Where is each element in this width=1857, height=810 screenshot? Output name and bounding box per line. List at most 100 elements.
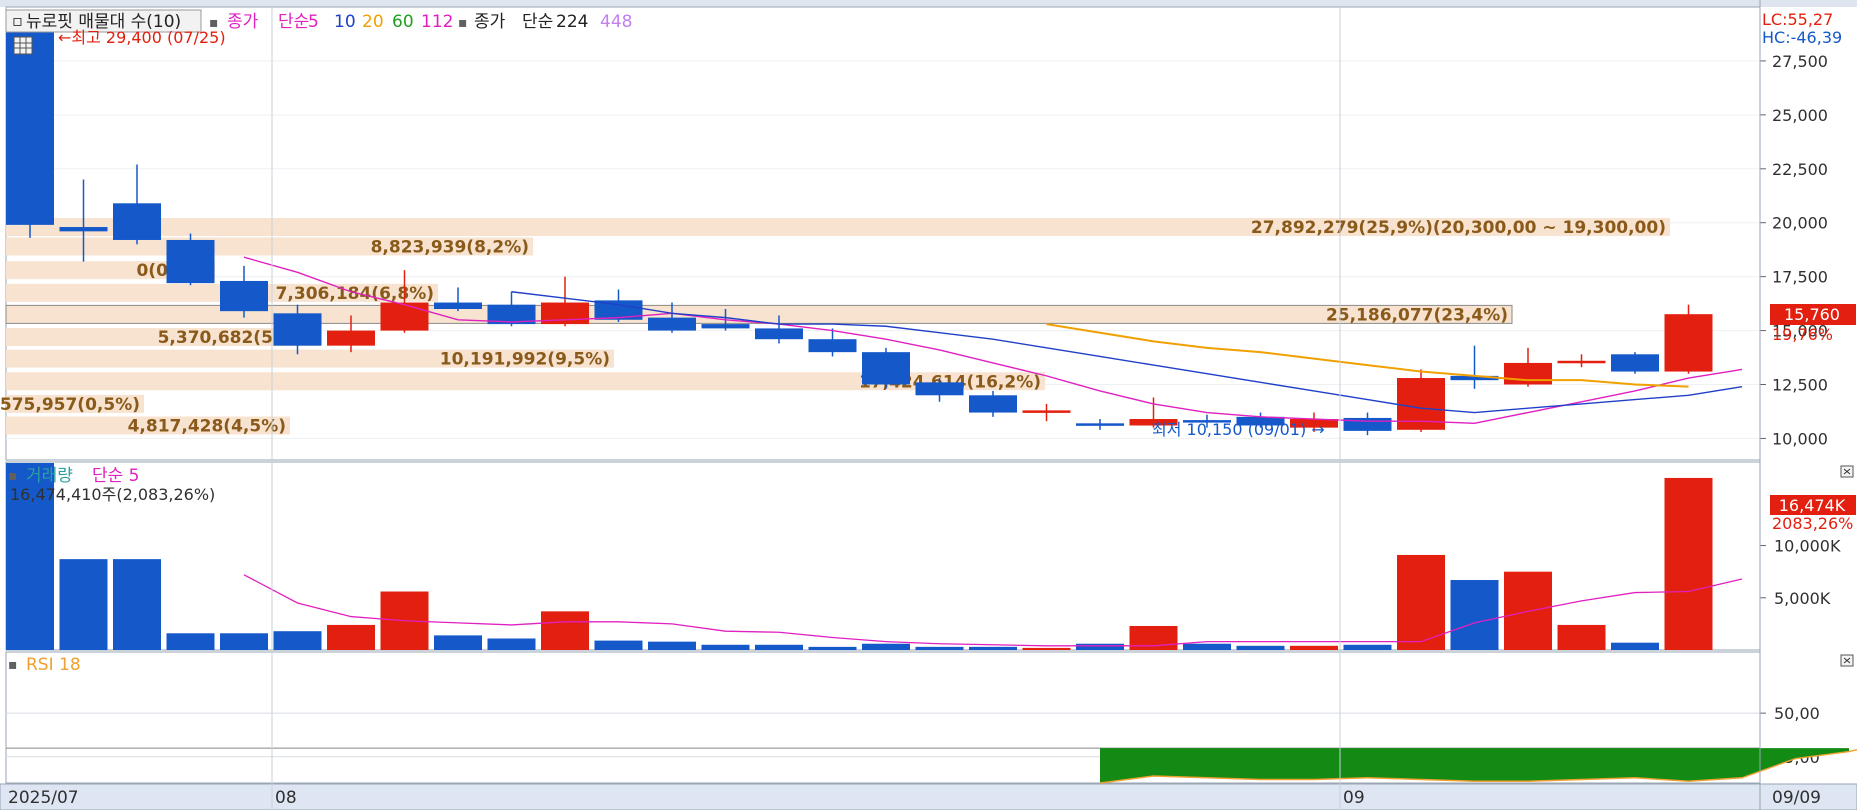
volume-bar[interactable] [969, 646, 1017, 650]
volume-profile-label: 7,306,184(6,8%) [276, 284, 434, 304]
candle-body[interactable] [1504, 362, 1552, 385]
current-volume-value: 16,474K [1779, 496, 1846, 515]
lc-indicator: LC:55,27 [1762, 10, 1833, 29]
volume-bar[interactable] [541, 611, 589, 650]
volume-profile-label: 575,957(0,5%) [0, 395, 140, 415]
volume-bar[interactable] [1343, 644, 1392, 650]
current-price-value: 15,760 [1784, 305, 1840, 324]
candle-body[interactable] [701, 324, 750, 329]
volume-bar[interactable] [1022, 647, 1071, 650]
current-volume-pct: 2083,26% [1772, 514, 1853, 533]
volume-bar[interactable] [701, 644, 750, 650]
volume-bar[interactable] [273, 631, 322, 650]
volume-bar[interactable] [915, 646, 964, 650]
volume-bar[interactable] [808, 646, 857, 650]
volume-bar[interactable] [220, 633, 268, 650]
candle-body[interactable] [1076, 423, 1124, 426]
legend-ma20[interactable]: 20 [362, 12, 384, 32]
price-axis-label: 12,500 [1772, 376, 1828, 395]
volume-bar[interactable] [1611, 642, 1659, 650]
legend-simple-label: 단순 [278, 12, 309, 32]
legend-square-icon-2: ▪ [458, 15, 468, 31]
legend-ma224[interactable]: 224 [556, 12, 588, 32]
price-axis-label: 10,000 [1772, 429, 1828, 448]
legend-ma10[interactable]: 10 [334, 12, 356, 32]
volume-bar[interactable] [1183, 643, 1231, 650]
volume-legend-title[interactable]: 거래량 [26, 466, 73, 486]
stock-chart-window: 10,000 12,500 15,000 17,500 20,000 22,500 25,0… [0, 0, 1857, 810]
volume-profile-label: 25,186,077(23,4%) [1326, 305, 1508, 325]
volume-bar[interactable] [487, 638, 536, 650]
candle-body[interactable] [1557, 360, 1606, 364]
candle-body[interactable] [915, 382, 964, 396]
volume-legend-icon: ▪ [8, 468, 18, 484]
date-label-start: 2025/07 [8, 788, 79, 808]
volume-axis-label: 10,000K [1774, 537, 1841, 556]
high-price-annotation: ←최고 29,400 (07/25) [58, 28, 226, 47]
candle-body[interactable] [755, 328, 803, 340]
price-axis-label: 25,000 [1772, 106, 1828, 125]
rsi-legend-title[interactable]: RSI 18 [26, 655, 81, 675]
legend-ma60[interactable]: 60 [392, 12, 414, 32]
candle-body[interactable] [380, 302, 429, 331]
date-label-aug: 08 [275, 788, 297, 808]
volume-bar[interactable] [1076, 643, 1124, 650]
candle-body[interactable] [273, 313, 322, 346]
volume-bar[interactable] [755, 644, 803, 650]
volume-profile-label: 8,823,939(8,2%) [371, 237, 529, 257]
date-label-sep: 09 [1343, 788, 1365, 808]
volume-bar[interactable] [1557, 624, 1606, 650]
volume-bar[interactable] [1236, 645, 1285, 650]
legend-simple-label-2: 단순 [522, 12, 553, 32]
candle-body[interactable] [1611, 354, 1659, 372]
volume-profile-label: 4,817,428(4,5%) [128, 416, 286, 436]
volume-pane-close-icon[interactable] [1840, 465, 1854, 478]
legend-ma5[interactable]: 5 [308, 12, 319, 32]
candle-body[interactable] [6, 30, 54, 225]
volume-profile-label: 27,892,279(25,9%)(20,300,00 ~ 19,300,00) [1251, 218, 1666, 238]
candle-body[interactable] [220, 280, 268, 312]
volume-bar[interactable] [594, 640, 643, 650]
price-axis-label: 27,500 [1772, 52, 1828, 71]
volume-bar[interactable] [327, 624, 375, 650]
volume-bar[interactable] [59, 559, 108, 650]
legend-ma112[interactable]: 112 [421, 12, 453, 32]
volume-bar[interactable] [1664, 477, 1713, 650]
volume-bar[interactable] [166, 633, 215, 650]
volume-bar[interactable] [648, 641, 696, 650]
legend-close-label-2: 종가 [474, 12, 506, 32]
chart-background [0, 0, 1857, 810]
volume-bar[interactable] [434, 635, 482, 650]
candle-body[interactable] [166, 239, 215, 284]
grid-toggle-icon[interactable] [13, 36, 33, 55]
candle-body[interactable] [648, 317, 696, 331]
volume-profile-label: 10,191,992(9,5%) [440, 350, 610, 370]
legend-ma448[interactable]: 448 [600, 12, 632, 32]
top-strip [0, 0, 1857, 7]
volume-bar[interactable] [1450, 580, 1499, 650]
candle-body[interactable] [113, 203, 161, 240]
candle-body[interactable] [1022, 410, 1071, 413]
candle-body[interactable] [59, 227, 108, 232]
price-axis-label: 20,000 [1772, 214, 1828, 233]
chart-canvas[interactable]: 10,00012,50015,00017,50020,00022,50025,0… [0, 0, 1857, 810]
price-axis-label: 22,500 [1772, 160, 1828, 179]
volume-legend-ma[interactable]: 단순 5 [92, 466, 140, 486]
rsi-axis-label: 50,00 [1774, 704, 1820, 723]
volume-bar[interactable] [862, 643, 910, 650]
hc-indicator: HC:-46,39 [1762, 28, 1842, 47]
volume-axis-label: 5,000K [1774, 589, 1831, 608]
candle-body[interactable] [327, 330, 375, 346]
candle-body[interactable] [434, 302, 482, 309]
volume-bar[interactable] [113, 559, 161, 650]
volume-bar[interactable] [1290, 645, 1338, 650]
rsi-legend-icon: ▪ [8, 657, 18, 673]
candle-body[interactable] [862, 352, 910, 385]
current-change-pct: 19,76% [1772, 325, 1833, 344]
candle-body[interactable] [808, 339, 857, 353]
legend-close-label: 종가 [227, 12, 259, 32]
rsi-pane-close-icon[interactable] [1840, 654, 1854, 667]
candle-body[interactable] [1664, 314, 1713, 372]
candle-body[interactable] [969, 395, 1017, 413]
price-axis-label: 17,500 [1772, 268, 1828, 287]
